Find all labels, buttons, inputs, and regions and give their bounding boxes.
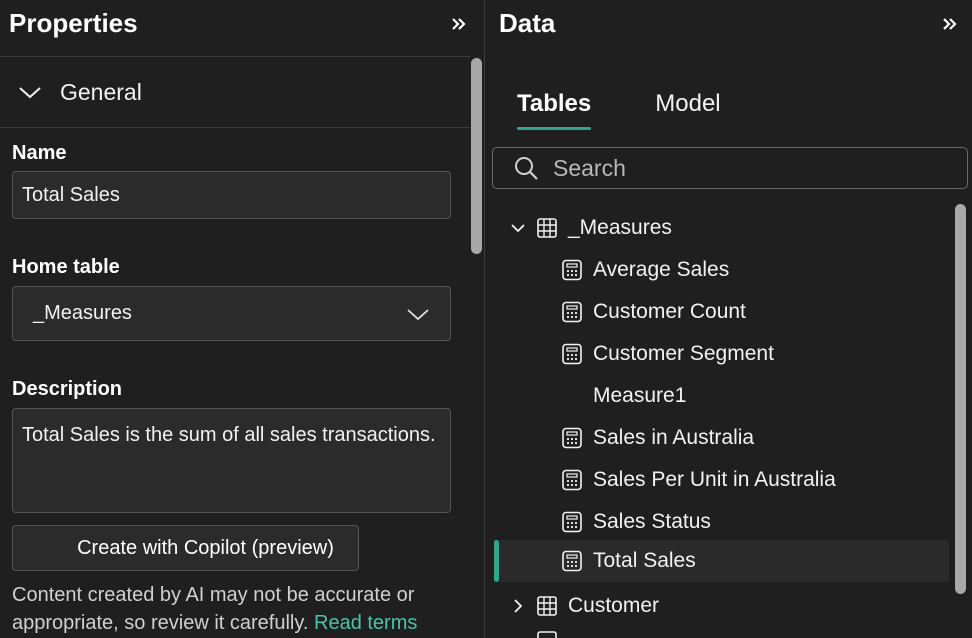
calculator-icon bbox=[562, 427, 582, 449]
tree-table-measures[interactable]: _Measures bbox=[510, 207, 672, 249]
home-table-label: Home table bbox=[12, 256, 120, 278]
chevron-right-icon bbox=[514, 599, 523, 613]
tree-item-measure1[interactable]: Measure1 bbox=[593, 375, 686, 417]
measure-label: Sales Per Unit in Australia bbox=[593, 468, 836, 491]
calculator-icon bbox=[562, 343, 582, 365]
measure-label: Customer Count bbox=[593, 300, 746, 323]
measure-label: Average Sales bbox=[593, 258, 730, 281]
description-label: Description bbox=[12, 378, 123, 400]
properties-title: Properties bbox=[9, 8, 138, 38]
properties-pane: Properties General Name Total Sales Home… bbox=[0, 0, 484, 638]
tree-item-average-sales[interactable]: Average Sales bbox=[561, 249, 729, 291]
calculator-icon bbox=[562, 469, 582, 491]
search-input[interactable] bbox=[551, 153, 935, 183]
tree-table-next[interactable] bbox=[536, 628, 568, 638]
home-table-select[interactable]: _Measures bbox=[12, 286, 451, 341]
table-name: _Measures bbox=[568, 216, 672, 239]
tree-item-sales-status[interactable]: Sales Status bbox=[561, 501, 711, 543]
double-chevron-right-icon bbox=[452, 18, 466, 30]
search-box[interactable] bbox=[492, 147, 968, 189]
general-section-toggle[interactable]: General bbox=[18, 76, 142, 108]
name-label: Name bbox=[12, 142, 67, 164]
calculator-icon bbox=[562, 301, 582, 323]
properties-scrollbar[interactable] bbox=[471, 58, 482, 254]
data-pane: Data Tables Model _Measures bbox=[485, 0, 972, 638]
chevron-down-icon bbox=[511, 224, 525, 233]
tree-table-customer[interactable]: Customer bbox=[510, 585, 659, 627]
tree-item-sales-in-australia[interactable]: Sales in Australia bbox=[561, 417, 754, 459]
data-scrollbar[interactable] bbox=[955, 204, 966, 594]
calculator-icon bbox=[562, 511, 582, 533]
collapse-properties-button[interactable] bbox=[449, 12, 469, 36]
divider bbox=[0, 127, 470, 128]
measure-label: Sales Status bbox=[593, 510, 711, 533]
tab-model[interactable]: Model bbox=[655, 90, 720, 130]
data-tabs: Tables Model bbox=[517, 90, 721, 130]
ai-disclaimer: Content created by AI may not be accurat… bbox=[12, 581, 452, 637]
create-with-copilot-button[interactable]: Create with Copilot (preview) bbox=[12, 525, 359, 571]
measure-label: Total Sales bbox=[593, 549, 696, 572]
chevron-down-icon bbox=[19, 87, 41, 99]
name-field[interactable]: Total Sales bbox=[12, 171, 451, 219]
measure-label: Customer Segment bbox=[593, 342, 774, 365]
general-section-label: General bbox=[60, 78, 142, 105]
double-chevron-right-icon bbox=[943, 18, 957, 30]
tree-item-sales-per-unit-in-australia[interactable]: Sales Per Unit in Australia bbox=[561, 459, 836, 501]
tree-item-customer-count[interactable]: Customer Count bbox=[561, 291, 746, 333]
tree-item-customer-segment[interactable]: Customer Segment bbox=[561, 333, 774, 375]
table-icon bbox=[537, 218, 557, 238]
data-title: Data bbox=[499, 8, 556, 38]
tree-item-total-sales[interactable]: Total Sales bbox=[499, 540, 949, 582]
description-field[interactable]: Total Sales is the sum of all sales tran… bbox=[12, 408, 451, 513]
table-icon bbox=[537, 631, 557, 638]
home-table-value: _Measures bbox=[33, 302, 132, 324]
calculator-icon bbox=[562, 259, 582, 281]
read-terms-link[interactable]: Read terms bbox=[314, 612, 417, 634]
collapse-data-button[interactable] bbox=[940, 12, 960, 36]
divider bbox=[0, 56, 470, 57]
measure-label: Sales in Australia bbox=[593, 426, 755, 449]
chevron-down-icon bbox=[407, 308, 429, 320]
calculator-icon bbox=[562, 550, 582, 572]
tab-tables[interactable]: Tables bbox=[517, 90, 592, 130]
table-name: Customer bbox=[568, 594, 660, 617]
search-icon bbox=[515, 157, 538, 180]
table-icon bbox=[537, 596, 557, 616]
measure-label: Measure1 bbox=[593, 384, 687, 407]
